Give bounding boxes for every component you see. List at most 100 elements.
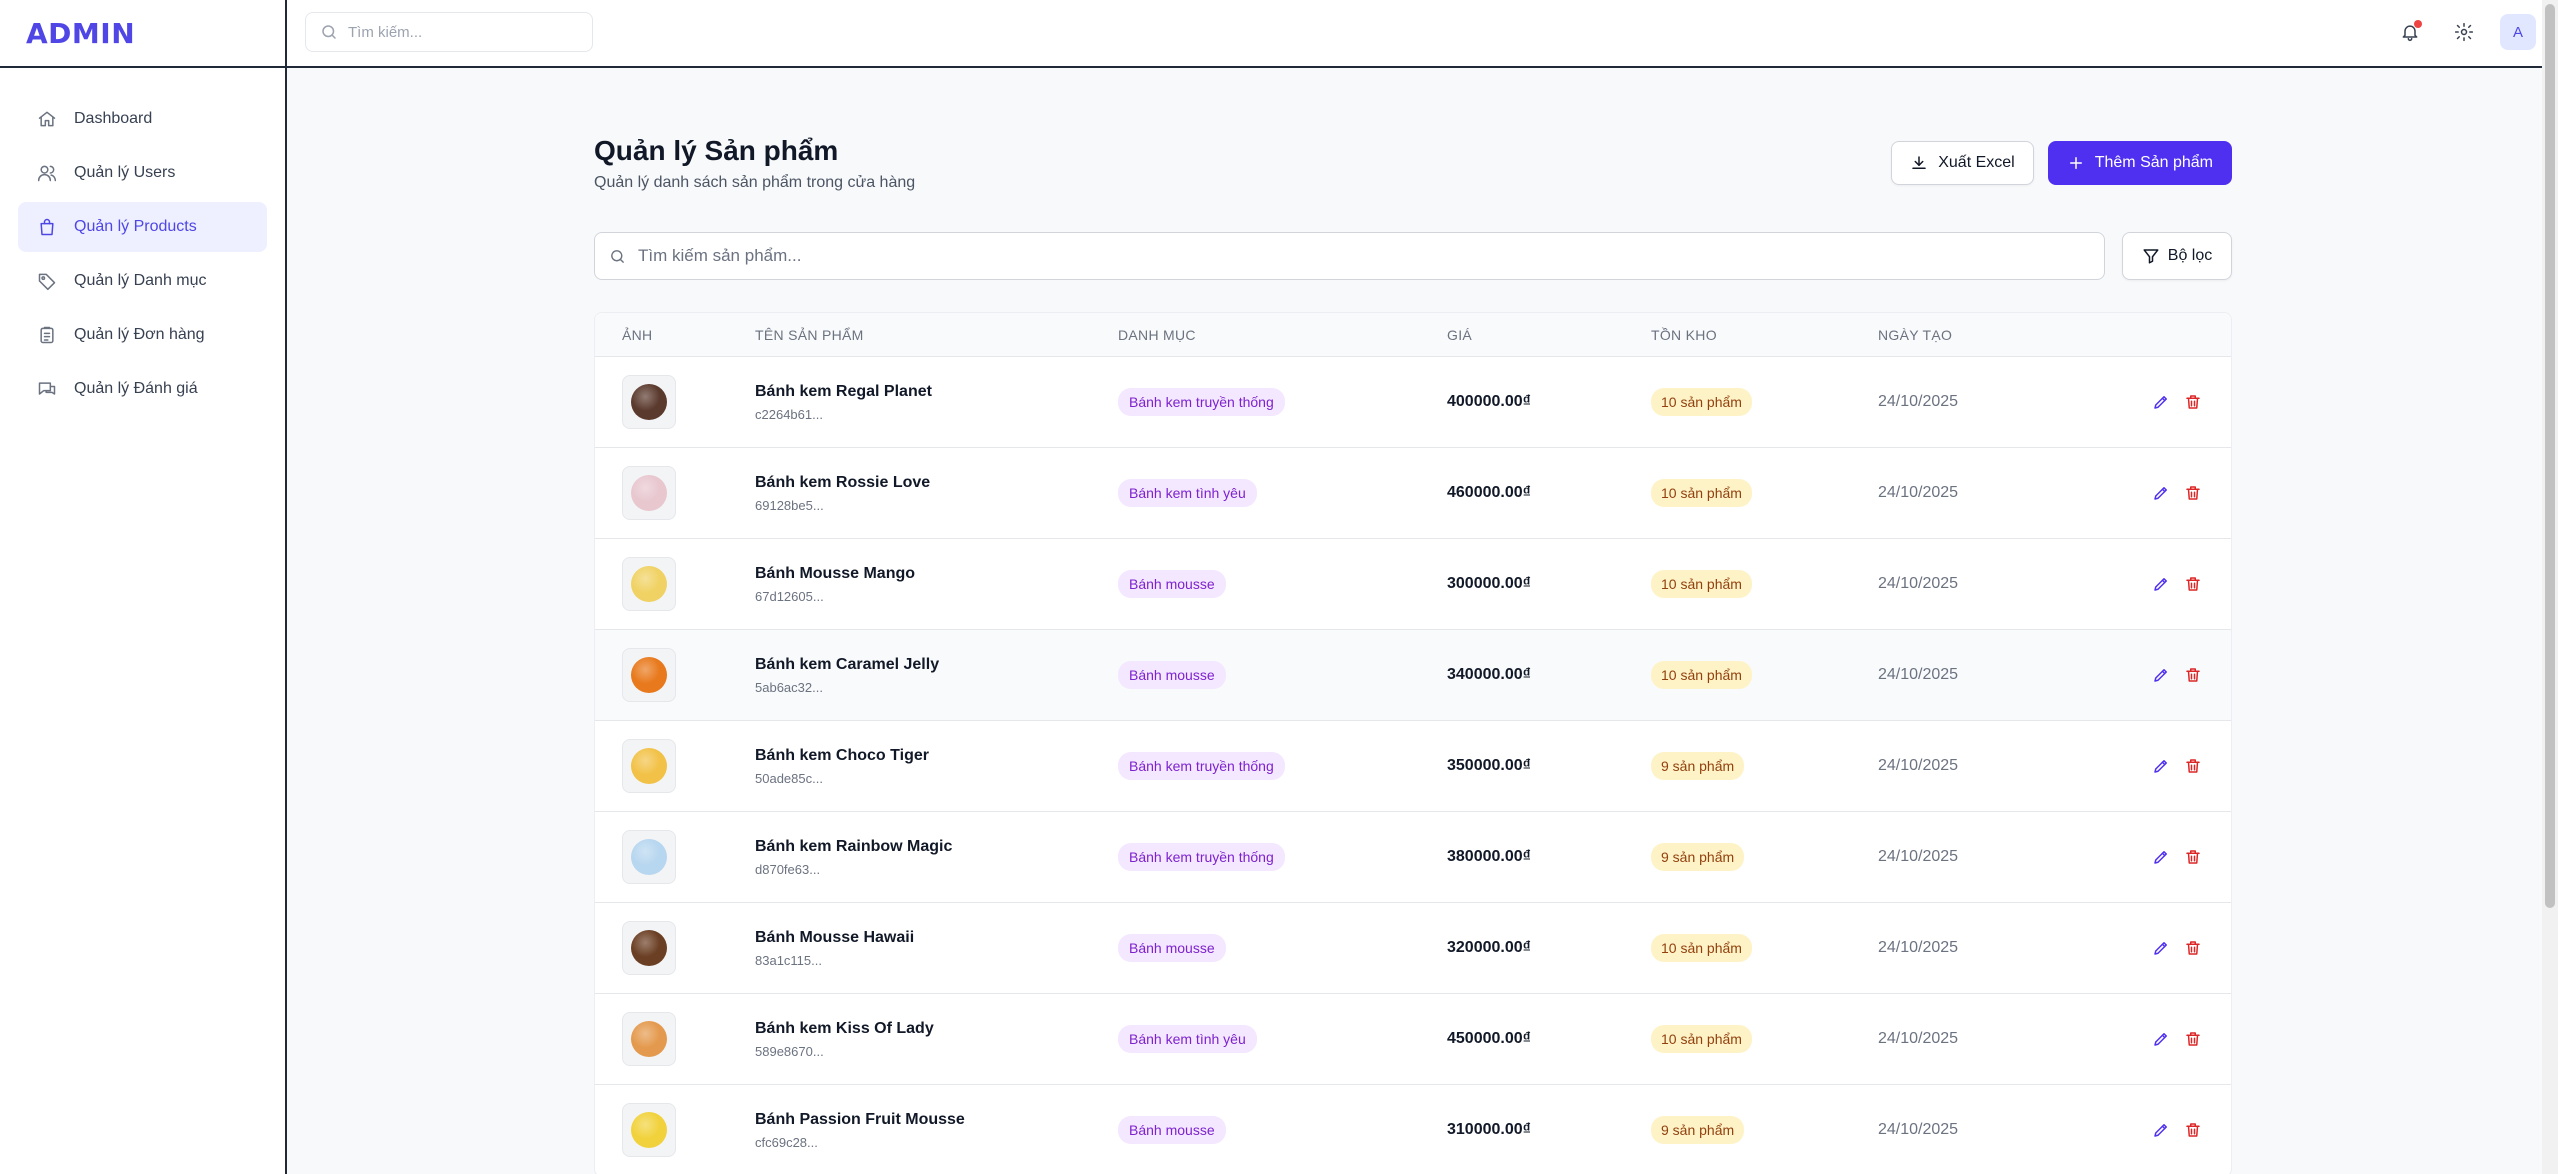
product-name: Bánh kem Kiss Of Lady [755,1019,934,1037]
delete-button[interactable] [2183,756,2203,776]
product-category-cell: Bánh kem truyền thống [1118,752,1447,780]
product-stock-cell: 10 sản phẩm [1651,388,1878,416]
product-name-cell: Bánh Passion Fruit Mousse cfc69c28... [755,1111,1118,1150]
edit-button[interactable] [2151,1029,2171,1049]
sidebar-item-orders[interactable]: Quản lý Đơn hàng [18,310,267,360]
delete-button[interactable] [2183,392,2203,412]
delete-button[interactable] [2183,938,2203,958]
product-category-cell: Bánh mousse [1118,934,1447,962]
product-name-cell: Bánh kem Regal Planet c2264b61... [755,383,1118,422]
created-date: 24/10/2025 [1878,575,1959,592]
product-stock-cell: 9 sản phẩm [1651,843,1878,871]
users-icon [36,162,58,184]
product-name-cell: Bánh kem Rossie Love 69128be5... [755,474,1118,513]
filter-button[interactable]: Bộ lọc [2122,232,2232,280]
table-row: Bánh Passion Fruit Mousse cfc69c28... Bá… [595,1085,2231,1174]
delete-button[interactable] [2183,665,2203,685]
product-category-cell: Bánh kem truyền thống [1118,388,1447,416]
scrollbar[interactable] [2542,0,2558,1174]
edit-button[interactable] [2151,483,2171,503]
product-price-cell: 380000.00₫ [1447,848,1651,866]
column-header-date: NGÀY TẠO [1878,326,1953,343]
stock-badge: 10 sản phẩm [1651,570,1752,598]
trash-icon [2186,1032,2200,1046]
add-product-button[interactable]: Thêm Sản phẩm [2047,141,2232,185]
delete-button[interactable] [2183,483,2203,503]
category-badge: Bánh mousse [1118,934,1226,962]
product-category-cell: Bánh kem tình yêu [1118,1025,1447,1053]
settings-button[interactable] [2446,14,2482,50]
sidebar-item-products[interactable]: Quản lý Products [18,202,267,252]
product-name: Bánh kem Rossie Love [755,473,931,491]
global-search-input[interactable] [348,23,568,41]
created-date: 24/10/2025 [1878,393,1959,410]
edit-button[interactable] [2151,574,2171,594]
delete-button[interactable] [2183,847,2203,867]
scrollbar-thumb[interactable] [2545,4,2555,908]
product-price: 300000.00₫ [1447,575,1531,592]
sidebar-item-label: Quản lý Products [74,218,197,235]
logo[interactable]: ADMIN [26,17,135,50]
edit-button[interactable] [2151,665,2171,685]
product-thumbnail [622,466,676,520]
cake-image [631,566,667,602]
table-row: Bánh kem Rossie Love 69128be5... Bánh ke… [595,448,2231,539]
product-thumbnail [622,375,676,429]
cake-image [631,930,667,966]
category-badge: Bánh kem tình yêu [1118,1025,1257,1053]
edit-button[interactable] [2151,392,2171,412]
edit-button[interactable] [2151,938,2171,958]
product-thumbnail [622,921,676,975]
trash-icon [2186,577,2200,591]
cake-image [631,384,667,420]
column-header-image: ẢNH [622,326,653,343]
pencil-icon [2154,760,2167,773]
trash-icon [2186,486,2200,500]
product-id: 83a1c115... [755,952,822,968]
shopping-bag-icon [36,216,58,238]
sidebar-item-label: Dashboard [74,110,153,127]
product-image-cell [595,1012,755,1066]
sidebar-item-users[interactable]: Quản lý Users [18,148,267,198]
sidebar-item-reviews[interactable]: Quản lý Đánh giá [18,364,267,414]
product-search-input[interactable] [638,246,2038,266]
product-stock-cell: 9 sản phẩm [1651,752,1878,780]
product-date-cell: 24/10/2025 [1878,666,2095,684]
product-category-cell: Bánh mousse [1118,570,1447,598]
export-excel-button[interactable]: Xuất Excel [1891,141,2034,185]
global-search[interactable] [305,12,593,52]
category-badge: Bánh mousse [1118,570,1226,598]
product-id: 589e8670... [755,1043,824,1059]
delete-button[interactable] [2183,574,2203,594]
notification-dot [2414,20,2422,28]
product-thumbnail [622,557,676,611]
product-id: c2264b61... [755,406,823,422]
product-name: Bánh kem Caramel Jelly [755,655,940,673]
stock-badge: 10 sản phẩm [1651,388,1752,416]
trash-icon [2186,759,2200,773]
sidebar-item-dashboard[interactable]: Dashboard [18,94,267,144]
sidebar-item-label: Quản lý Đơn hàng [74,326,205,343]
edit-button[interactable] [2151,756,2171,776]
edit-button[interactable] [2151,1120,2171,1140]
sidebar-item-label: Quản lý Đánh giá [74,380,198,397]
edit-button[interactable] [2151,847,2171,867]
delete-button[interactable] [2183,1029,2203,1049]
sidebar-item-label: Quản lý Users [74,164,176,181]
row-actions [2095,483,2231,503]
export-excel-label: Xuất Excel [1938,154,2015,171]
notifications-button[interactable] [2392,14,2428,50]
home-icon [36,108,58,130]
table-row: Bánh kem Regal Planet c2264b61... Bánh k… [595,357,2231,448]
logo-area: ADMIN [0,0,285,68]
delete-button[interactable] [2183,1120,2203,1140]
product-date-cell: 24/10/2025 [1878,484,2095,502]
product-thumbnail [622,830,676,884]
sidebar-item-categories[interactable]: Quản lý Danh mục [18,256,267,306]
pencil-icon [2154,669,2167,682]
sidebar: ADMIN Dashboard Quản lý Users Quản lý Pr… [0,0,287,1174]
avatar[interactable]: A [2500,14,2536,50]
filter-icon [2143,249,2159,264]
product-search[interactable] [594,232,2105,280]
product-price: 340000.00₫ [1447,666,1531,683]
